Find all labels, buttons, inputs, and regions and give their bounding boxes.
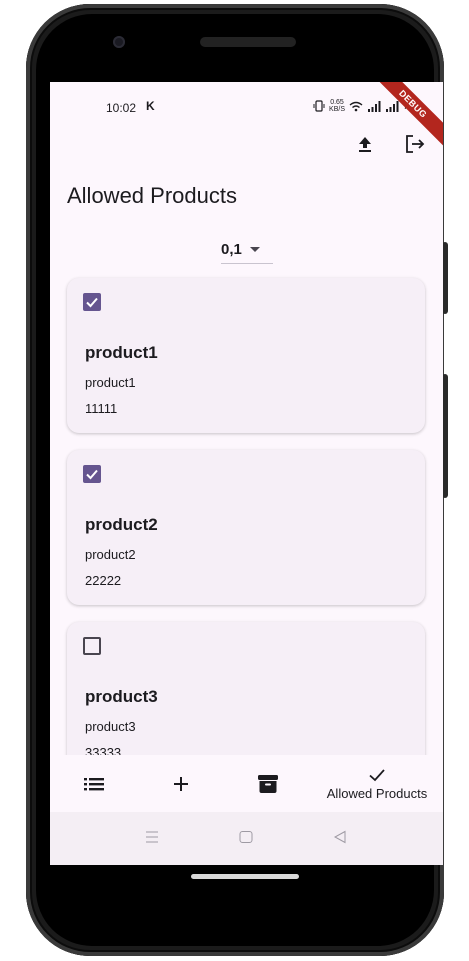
product-card[interactable]: product3 product3 33333 <box>67 622 425 777</box>
wifi-icon <box>349 101 363 111</box>
product-code: 22222 <box>85 573 122 588</box>
menu-icon[interactable] <box>144 830 160 844</box>
product-card[interactable]: product1 product1 11111 <box>67 278 425 433</box>
system-navigation-bar <box>50 812 443 865</box>
status-bar: 10:02 K 0.65 KB/S DEBUG <box>50 82 443 153</box>
app-screen: 10:02 K 0.65 KB/S DEBUG Allowed Products… <box>50 82 443 865</box>
home-indicator <box>191 874 299 879</box>
vibrate-icon <box>313 100 325 112</box>
logout-icon <box>406 135 425 153</box>
network-speed: 0.65 KB/S <box>329 99 345 113</box>
bottom-navigation: Allowed Products <box>50 755 443 812</box>
product-description: product2 <box>85 547 136 562</box>
nav-item-list[interactable] <box>74 755 114 812</box>
signal-icon-2 <box>385 100 399 112</box>
product-name: product1 <box>85 343 158 362</box>
status-time: 10:02 <box>106 101 137 115</box>
product-checkbox[interactable] <box>83 293 101 311</box>
product-name: product2 <box>85 515 158 534</box>
product-description: product1 <box>85 375 136 390</box>
product-code: 11111 <box>85 401 118 416</box>
back-icon[interactable] <box>332 830 348 844</box>
check-icon <box>86 297 98 308</box>
earpiece-speaker <box>200 37 296 47</box>
front-camera <box>113 36 125 48</box>
chevron-down-icon <box>249 246 260 252</box>
upload-icon <box>359 137 371 152</box>
plus-icon <box>174 776 188 791</box>
check-icon <box>86 469 98 480</box>
signal-icon <box>367 100 381 112</box>
speed-unit: KB/S <box>329 106 345 113</box>
nav-item-archive[interactable] <box>248 755 288 812</box>
product-checkbox[interactable] <box>83 465 101 483</box>
nav-item-add[interactable] <box>161 755 201 812</box>
check-icon <box>369 768 385 781</box>
product-name: product3 <box>85 687 158 706</box>
nfc-icon: K <box>146 99 155 113</box>
product-card[interactable]: product2 product2 22222 <box>67 450 425 605</box>
upload-button[interactable] <box>353 132 377 156</box>
nav-item-allowed-products[interactable]: Allowed Products <box>315 755 439 812</box>
speed-value: 0.65 <box>330 99 344 106</box>
filter-dropdown[interactable]: 0,1 <box>221 235 273 264</box>
product-checkbox[interactable] <box>83 637 101 655</box>
product-description: product3 <box>85 719 136 734</box>
nav-label-allowed-products: Allowed Products <box>326 785 428 801</box>
page-title: Allowed Products <box>67 183 237 208</box>
logout-button[interactable] <box>403 132 427 156</box>
home-icon[interactable] <box>238 830 254 844</box>
dropdown-value: 0,1 <box>221 240 242 258</box>
list-icon <box>84 777 104 790</box>
archive-icon <box>258 774 278 793</box>
